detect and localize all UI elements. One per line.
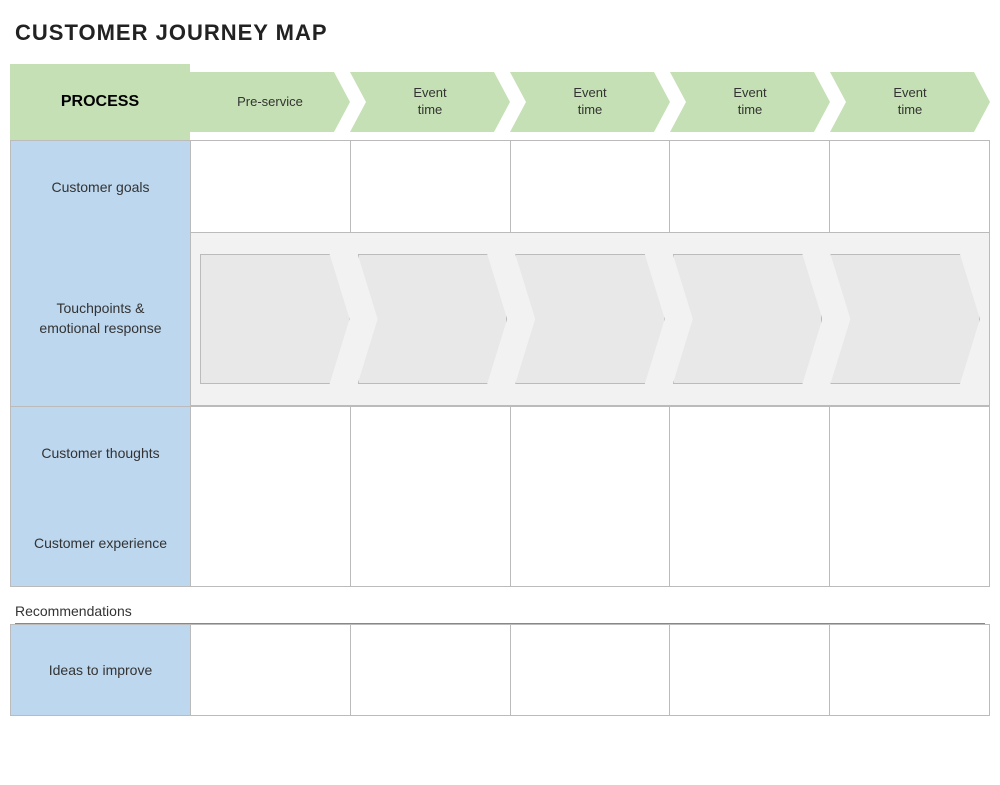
recommendations-section: Recommendations xyxy=(10,595,990,624)
page-title: CUSTOMER JOURNEY MAP xyxy=(10,20,990,46)
customer-thoughts-label: Customer thoughts xyxy=(11,407,191,499)
cell-thoughts-cells-1[interactable] xyxy=(351,407,511,499)
chevron-label-event2: Eventtime xyxy=(510,72,670,132)
chevron-label-event3: Eventtime xyxy=(670,72,830,132)
customer-goals-label: Customer goals xyxy=(11,141,191,232)
recommendations-label: Recommendations xyxy=(10,595,990,623)
touchpoints-label: Touchpoints & emotional response xyxy=(11,232,191,406)
cell-experience-cells-4[interactable] xyxy=(830,499,989,586)
cell-ideas-cells-1[interactable] xyxy=(351,625,511,715)
ideas-row: Ideas to improve xyxy=(10,624,990,716)
chevron-label-event1: Eventtime xyxy=(350,72,510,132)
cell-ideas-cells-3[interactable] xyxy=(670,625,830,715)
journey-map: PROCESS Pre-serviceEventtimeEventtimeEve… xyxy=(10,64,990,716)
tp-chevron-shape-3 xyxy=(673,254,823,384)
cell-goals-cells-3[interactable] xyxy=(670,141,830,232)
customer-goals-row: Customer goals xyxy=(10,140,990,232)
tp-chevron-1 xyxy=(354,254,512,384)
cell-goals-cells-4[interactable] xyxy=(830,141,989,232)
customer-thoughts-row: Customer thoughts xyxy=(10,407,990,499)
ideas-label: Ideas to improve xyxy=(11,625,191,715)
tp-chevron-shape-4 xyxy=(830,254,980,384)
cell-thoughts-cells-2[interactable] xyxy=(511,407,671,499)
customer-thoughts-cells xyxy=(191,407,989,499)
tp-chevron-2 xyxy=(511,254,669,384)
ideas-cells xyxy=(191,625,989,715)
tp-chevron-3 xyxy=(669,254,827,384)
process-chevron-event1: Eventtime xyxy=(350,72,510,132)
cell-experience-cells-1[interactable] xyxy=(351,499,511,586)
cell-goals-cells-2[interactable] xyxy=(511,141,671,232)
cell-goals-cells-0[interactable] xyxy=(191,141,351,232)
customer-experience-label: Customer experience xyxy=(11,499,191,586)
touchpoints-row: Touchpoints & emotional response xyxy=(10,232,990,407)
cell-goals-cells-1[interactable] xyxy=(351,141,511,232)
tp-chevron-4 xyxy=(826,254,984,384)
customer-experience-cells xyxy=(191,499,989,586)
cell-experience-cells-0[interactable] xyxy=(191,499,351,586)
process-row: PROCESS Pre-serviceEventtimeEventtimeEve… xyxy=(10,64,990,140)
customer-experience-row: Customer experience xyxy=(10,499,990,587)
tp-chevron-shape-2 xyxy=(515,254,665,384)
cell-thoughts-cells-4[interactable] xyxy=(830,407,989,499)
customer-goals-cells xyxy=(191,141,989,232)
cell-thoughts-cells-3[interactable] xyxy=(670,407,830,499)
cell-thoughts-cells-0[interactable] xyxy=(191,407,351,499)
tp-chevron-shape-1 xyxy=(358,254,508,384)
process-chevron-event3: Eventtime xyxy=(670,72,830,132)
cell-ideas-cells-0[interactable] xyxy=(191,625,351,715)
cell-ideas-cells-4[interactable] xyxy=(830,625,989,715)
tp-chevron-0 xyxy=(196,254,354,384)
chevron-label-pre-service: Pre-service xyxy=(190,72,350,132)
touchpoints-chevrons xyxy=(191,232,989,406)
tp-chevron-shape-0 xyxy=(200,254,350,384)
process-chevron-pre-service: Pre-service xyxy=(190,72,350,132)
cell-experience-cells-2[interactable] xyxy=(511,499,671,586)
process-label: PROCESS xyxy=(10,64,190,140)
chevron-label-event4: Eventtime xyxy=(830,72,990,132)
process-chevron-event4: Eventtime xyxy=(830,72,990,132)
cell-ideas-cells-2[interactable] xyxy=(511,625,671,715)
cell-experience-cells-3[interactable] xyxy=(670,499,830,586)
process-chevron-event2: Eventtime xyxy=(510,72,670,132)
process-chevrons: Pre-serviceEventtimeEventtimeEventtimeEv… xyxy=(190,64,990,140)
